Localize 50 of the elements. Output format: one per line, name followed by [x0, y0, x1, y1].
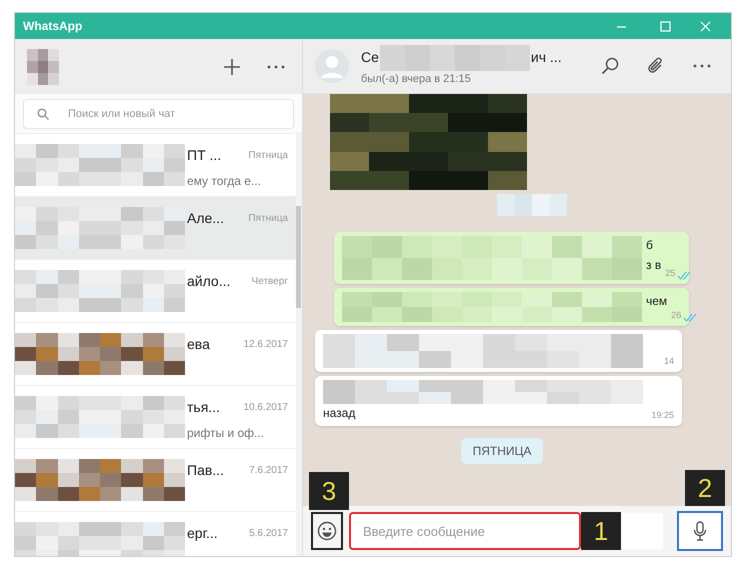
search-icon — [601, 57, 619, 75]
annotation-number: 2 — [685, 470, 725, 506]
chat-name: Але... — [187, 208, 224, 228]
chat-time: 5.6.2017 — [249, 526, 288, 540]
chat-time: Четверг — [252, 274, 288, 288]
chat-time: 12.6.2017 — [244, 338, 288, 352]
more-icon — [693, 64, 711, 68]
contact-name: ич ... — [530, 48, 562, 68]
avatar-silhouette-icon — [315, 49, 349, 83]
more-icon — [267, 64, 285, 68]
chat-name: ерг... — [187, 524, 218, 543]
message-time: 25 — [665, 266, 676, 280]
microphone-icon — [693, 521, 707, 541]
message-text: з в — [646, 257, 662, 274]
message-text: чем — [646, 293, 668, 310]
message-text: б — [646, 237, 654, 254]
microphone-button[interactable] — [677, 511, 723, 551]
last-seen-status: был(-а) вчера в 21:15 — [361, 72, 472, 87]
chat-name: айло... — [187, 272, 230, 290]
chat-time: Пятница — [248, 148, 288, 162]
search-icon — [37, 108, 49, 120]
message-input[interactable]: Введите сообщение — [349, 512, 581, 550]
message-text: назад — [323, 405, 356, 422]
maximize-icon — [660, 20, 670, 32]
annotation-number: 3 — [309, 472, 349, 510]
smiley-icon — [317, 521, 337, 541]
search-field[interactable]: Поиск или новый чат — [23, 98, 294, 128]
date-chip: ПЯТНИЦА — [460, 438, 544, 464]
chat-list-item[interactable]: Але... Пятница — [15, 197, 296, 260]
message-time: 19:25 — [651, 408, 674, 422]
chat-name: ПТ ... — [187, 146, 222, 164]
message-time: 14 — [664, 354, 674, 368]
pixelated-redaction — [497, 194, 567, 216]
chat-name: ева — [187, 334, 210, 354]
contact-name: Се — [361, 48, 379, 68]
window-title: WhatsApp — [23, 18, 82, 35]
message-time: 26 — [671, 308, 682, 322]
annotation-number: 1 — [581, 512, 621, 550]
pixelated-avatar — [27, 48, 59, 84]
chat-time: 10.6.2017 — [244, 400, 288, 414]
chat-name: тья... — [187, 398, 220, 416]
scrollbar-thumb[interactable] — [296, 206, 301, 308]
emoji-button[interactable] — [311, 512, 343, 550]
plus-icon — [223, 58, 241, 76]
message-preview: рифты и оф... — [187, 424, 266, 438]
chat-name: Пав... — [187, 460, 224, 480]
chat-time: Пятница — [248, 212, 288, 226]
chat-time: 7.6.2017 — [249, 464, 288, 478]
message-preview: ему тогда е... — [187, 172, 262, 186]
close-icon — [700, 20, 710, 32]
